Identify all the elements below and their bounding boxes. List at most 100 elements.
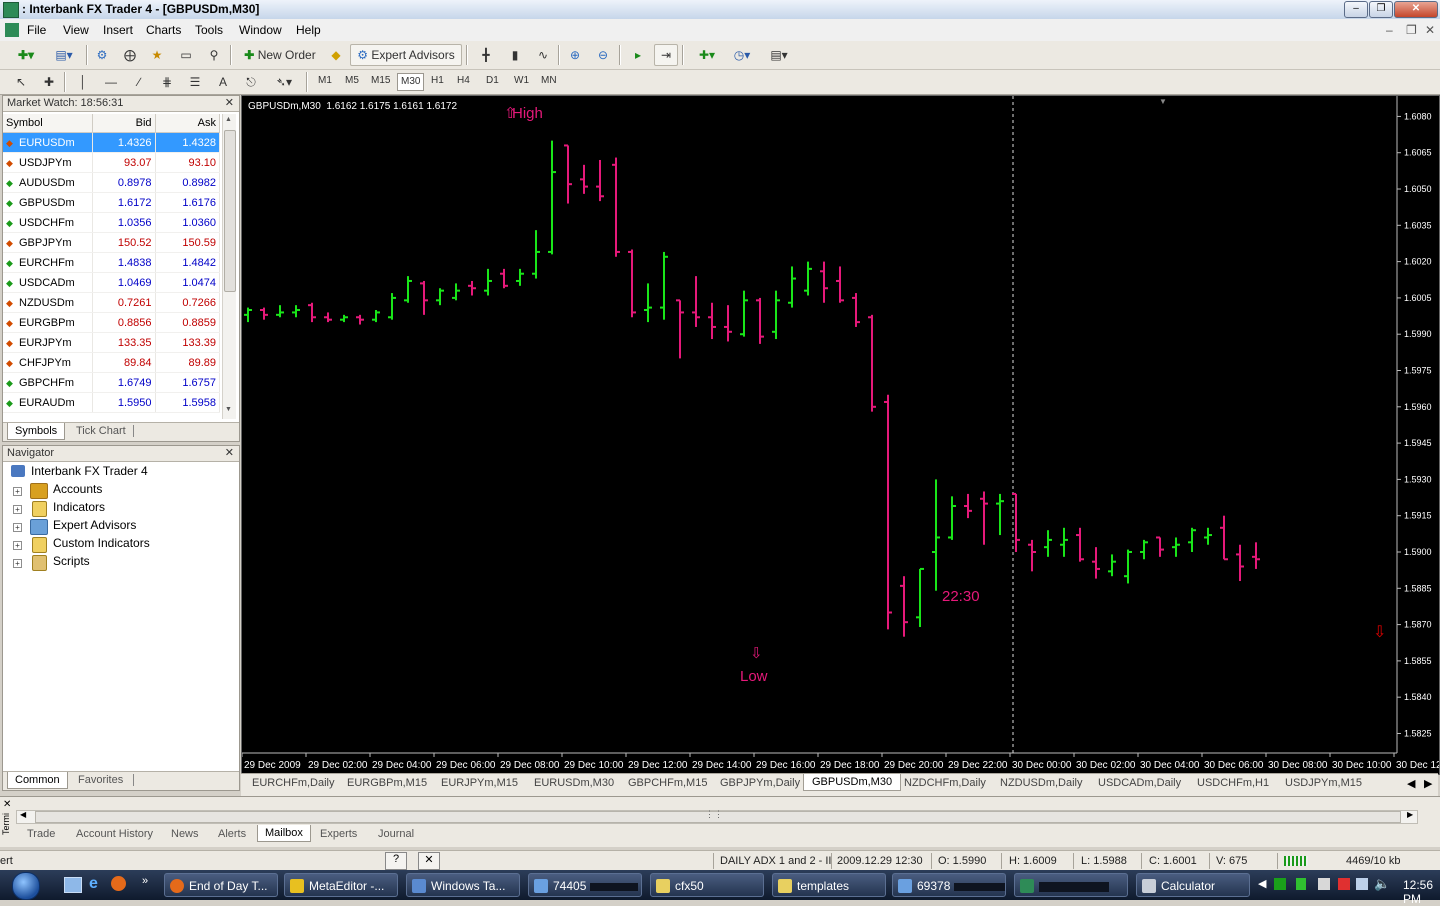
text-label-icon[interactable]: ⎋ <box>240 71 262 93</box>
indicators-list-icon[interactable]: ✚▾ <box>690 44 724 66</box>
strategy-tester-icon[interactable]: ⚲ <box>202 44 226 66</box>
profiles-icon[interactable]: ▤▾ <box>46 44 82 66</box>
tray-clock[interactable]: 12:56 PM <box>1403 878 1440 906</box>
scroll-thumb[interactable] <box>224 130 236 292</box>
close-icon[interactable]: ✕ <box>418 852 440 870</box>
scroll-left-icon[interactable]: ◀ <box>20 810 26 819</box>
menu-view[interactable]: View <box>63 23 89 37</box>
tab-scroll-right-icon[interactable]: ▶ <box>1424 777 1432 790</box>
task-calculator[interactable]: Calculator <box>1136 873 1250 897</box>
market-watch-row[interactable]: ◆ EURUSDm 1.4326 1.4328 <box>3 132 221 153</box>
internet-explorer-icon[interactable]: e <box>89 875 98 893</box>
tray-monitor-icon[interactable] <box>1356 878 1368 890</box>
market-watch-scrollbar[interactable]: ▲ ▼ <box>222 114 236 419</box>
market-watch-row[interactable]: ◆ USDCHFm 1.0356 1.0360 <box>3 212 221 233</box>
menu-tools[interactable]: Tools <box>195 23 223 37</box>
market-watch-row[interactable]: ◆ CHFJPYm 89.84 89.89 <box>3 352 221 373</box>
metaeditor-icon[interactable]: ◆ <box>325 44 347 66</box>
expert-advisors-button[interactable]: ⚙ Expert Advisors <box>350 44 462 66</box>
tab-trade[interactable]: Trade <box>27 828 55 840</box>
tray-app-icon[interactable] <box>1296 878 1306 890</box>
timeframe-m1[interactable]: M1 <box>318 75 332 86</box>
start-button[interactable] <box>4 870 48 900</box>
market-watch-row[interactable]: ◆ GBPCHFm 1.6749 1.6757 <box>3 372 221 393</box>
tab-account-history[interactable]: Account History <box>76 828 153 840</box>
market-watch-row[interactable]: ◆ USDCADm 1.0469 1.0474 <box>3 272 221 293</box>
market-watch-row[interactable]: ◆ NZDUSDm 0.7261 0.7266 <box>3 292 221 313</box>
menu-insert[interactable]: Insert <box>103 23 133 37</box>
scroll-up-icon[interactable]: ▲ <box>225 116 232 123</box>
menu-file[interactable]: File <box>27 23 46 37</box>
horizontal-line-icon[interactable]: — <box>100 71 122 93</box>
line-chart-icon[interactable]: ∿ <box>531 44 555 66</box>
chart-tab[interactable]: USDCADm,Daily <box>1098 777 1181 789</box>
scroll-right-icon[interactable]: ▶ <box>1407 810 1413 819</box>
navigator-icon[interactable]: ★ <box>145 44 169 66</box>
navigator-item-custom-indicators[interactable]: + Custom Indicators <box>3 536 233 554</box>
task-cfx50[interactable]: cfx50 <box>650 873 764 897</box>
child-close-icon[interactable]: ✕ <box>1425 23 1435 37</box>
templates-icon[interactable]: ▤▾ <box>762 44 796 66</box>
timeframe-m5[interactable]: M5 <box>345 75 359 86</box>
close-icon[interactable]: ✕ <box>3 799 11 810</box>
timeframe-m30[interactable]: M30 <box>397 73 425 91</box>
zoom-in-icon[interactable]: ⊕ <box>563 44 587 66</box>
tab-scroll-left-icon[interactable]: ◀ <box>1407 777 1415 790</box>
column-header-ask[interactable]: Ask <box>155 114 221 133</box>
bar-chart-icon[interactable]: ╋ <box>474 44 498 66</box>
task-end-of-day[interactable]: End of Day T... <box>164 873 278 897</box>
quick-launch-more-icon[interactable]: » <box>142 875 148 887</box>
tray-app-icon[interactable] <box>1338 878 1350 890</box>
timeframe-m15[interactable]: M15 <box>371 75 390 86</box>
symbol-cell[interactable]: ◆ EURGBPm <box>3 312 94 333</box>
market-watch-row[interactable]: ◆ GBPUSDm 1.6172 1.6176 <box>3 192 221 213</box>
navigator-item-accounts[interactable]: + Accounts <box>3 482 233 500</box>
timeframe-d1[interactable]: D1 <box>486 75 499 86</box>
new-order-button[interactable]: ✚ New Order <box>236 44 324 66</box>
tray-app-icon[interactable] <box>1274 878 1286 890</box>
close-icon[interactable]: ✕ <box>1394 1 1438 18</box>
tab-mailbox[interactable]: Mailbox <box>257 825 311 842</box>
scroll-down-icon[interactable]: ▼ <box>225 406 232 413</box>
help-icon[interactable]: ? <box>385 852 407 870</box>
chart-tab-active[interactable]: GBPUSDm,M30 <box>803 774 902 791</box>
menu-window[interactable]: Window <box>239 23 282 37</box>
market-watch-row[interactable]: ◆ USDJPYm 93.07 93.10 <box>3 152 221 173</box>
show-desktop-icon[interactable] <box>64 877 82 893</box>
symbol-cell[interactable]: ◆ GBPUSDm <box>3 192 94 213</box>
tab-news[interactable]: News <box>171 828 199 840</box>
expand-icon[interactable]: + <box>13 541 22 550</box>
tab-tick-chart[interactable]: Tick Chart <box>69 423 133 439</box>
tab-alerts[interactable]: Alerts <box>218 828 246 840</box>
task-69378[interactable]: 69378 <box>892 873 1006 897</box>
symbol-cell[interactable]: ◆ USDJPYm <box>3 152 94 173</box>
symbol-cell[interactable]: ◆ EURAUDm <box>3 392 94 413</box>
market-watch-row[interactable]: ◆ GBPJPYm 150.52 150.59 <box>3 232 221 253</box>
crosshair-icon[interactable]: ✚ <box>38 71 60 93</box>
symbol-cell[interactable]: ◆ GBPCHFm <box>3 372 94 393</box>
expand-icon[interactable]: + <box>13 487 22 496</box>
task-windows-task-manager[interactable]: Windows Ta... <box>406 873 520 897</box>
price-chart[interactable]: 1.6080 1.6065 1.6050 1.6035 1.6020 1.6005 1.59… <box>241 95 1440 775</box>
market-watch-row[interactable]: ◆ EURJPYm 133.35 133.39 <box>3 332 221 353</box>
vertical-line-icon[interactable]: │ <box>72 71 94 93</box>
market-watch-row[interactable]: ◆ EURAUDm 1.5950 1.5958 <box>3 392 221 413</box>
column-header-symbol[interactable]: Symbol <box>3 114 94 133</box>
auto-scroll-icon[interactable]: ▸ <box>626 44 650 66</box>
market-watch-row[interactable]: ◆ EURGBPm 0.8856 0.8859 <box>3 312 221 333</box>
timeframe-h1[interactable]: H1 <box>431 75 444 86</box>
chart-tab[interactable]: EURUSDm,M30 <box>534 777 614 789</box>
task-74405[interactable]: 74405 <box>528 873 642 897</box>
navigator-item-expert-advisors[interactable]: + Expert Advisors <box>3 518 233 536</box>
symbol-cell[interactable]: ◆ EURUSDm <box>3 132 94 153</box>
timeframe-mn[interactable]: MN <box>541 75 557 86</box>
task-redacted[interactable] <box>1014 873 1128 897</box>
chart-tab[interactable]: GBPCHFm,M15 <box>628 777 707 789</box>
zoom-out-icon[interactable]: ⊖ <box>591 44 615 66</box>
terminal-hscrollbar[interactable]: ◀ ⋮⋮ ▶ <box>16 809 1418 824</box>
child-minimize-icon[interactable]: – <box>1386 23 1393 37</box>
chart-tab[interactable]: EURGBPm,M15 <box>347 777 427 789</box>
firefox-icon[interactable] <box>111 876 126 891</box>
symbol-cell[interactable]: ◆ EURJPYm <box>3 332 94 353</box>
timeframe-w1[interactable]: W1 <box>514 75 529 86</box>
